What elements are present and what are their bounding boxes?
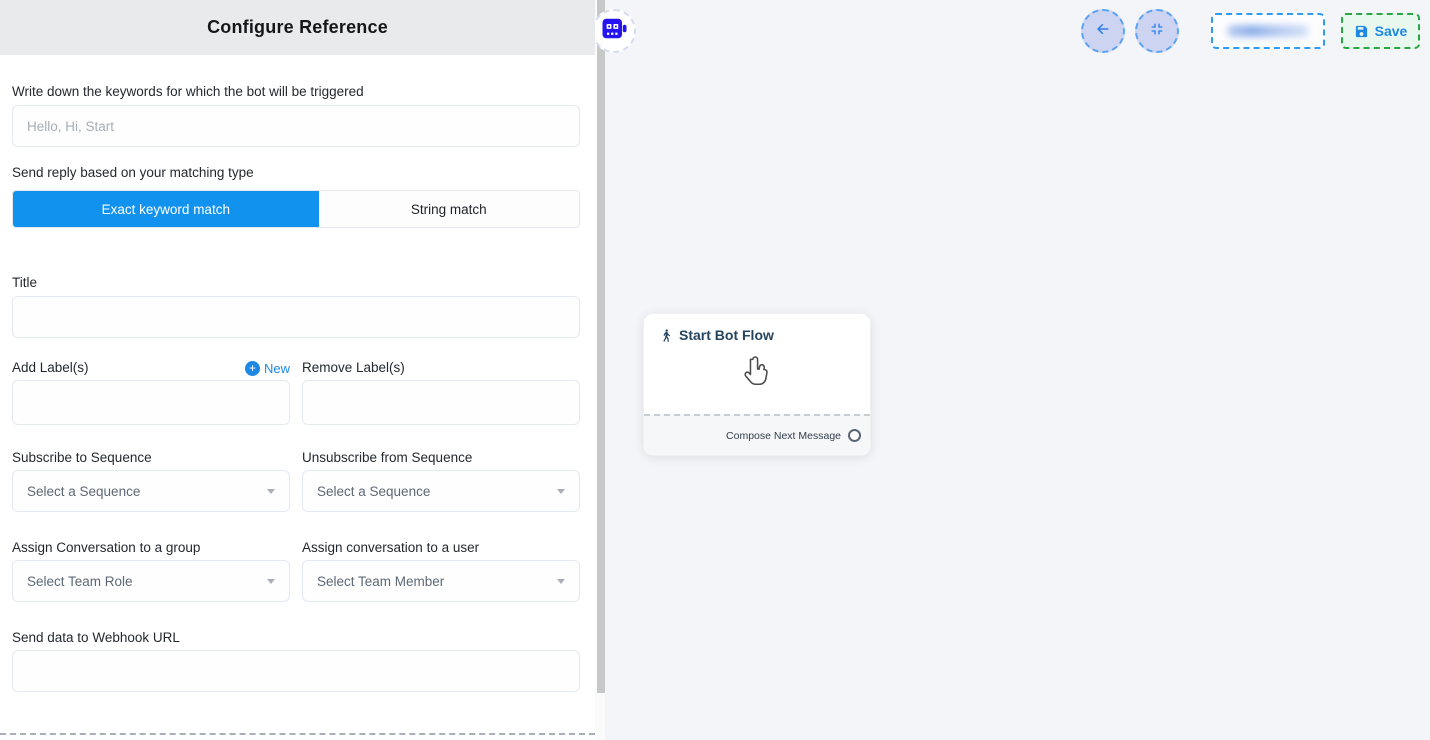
collapse-button[interactable]	[1135, 9, 1179, 53]
bot-flow-builder: Configure Reference Write down the keywo…	[0, 0, 1430, 740]
panel-body: Write down the keywords for which the bo…	[0, 83, 595, 692]
assign-label-row: Assign Conversation to a group Assign co…	[12, 539, 580, 557]
compress-icon	[1149, 21, 1165, 42]
unsubscribe-sequence-select[interactable]: Select a Sequence	[302, 470, 580, 512]
team-member-select[interactable]: Select Team Member	[302, 560, 580, 602]
chevron-down-icon	[267, 489, 275, 494]
labels-label-row: Add Label(s) + New Remove Label(s)	[12, 359, 580, 377]
configure-reference-panel: Configure Reference Write down the keywo…	[0, 0, 595, 740]
remove-labels-label: Remove Label(s)	[302, 360, 405, 375]
back-button[interactable]	[1081, 9, 1125, 53]
remove-labels-input[interactable]	[302, 380, 580, 425]
webhook-input[interactable]	[12, 650, 580, 692]
team-role-value: Select Team Role	[27, 574, 133, 589]
tab-exact-keyword-match[interactable]: Exact keyword match	[13, 191, 319, 227]
subscribe-sequence-value: Select a Sequence	[27, 484, 140, 499]
tab-string-match[interactable]: String match	[319, 191, 579, 227]
chevron-down-icon	[267, 579, 275, 584]
panel-bottom-divider	[0, 733, 595, 735]
robot-icon	[601, 16, 628, 46]
team-member-value: Select Team Member	[317, 574, 444, 589]
title-label: Title	[12, 274, 580, 292]
chevron-down-icon	[557, 579, 565, 584]
node-footer: Compose Next Message	[644, 414, 870, 455]
plus-icon: +	[245, 361, 260, 376]
unsubscribe-sequence-value: Select a Sequence	[317, 484, 430, 499]
sidebar-scrollbar-thumb[interactable]	[597, 0, 605, 693]
new-label-text: New	[264, 361, 290, 376]
save-button[interactable]: Save	[1341, 13, 1420, 49]
sidebar-scrollbar-track[interactable]	[595, 0, 605, 740]
node-title: Start Bot Flow	[679, 327, 774, 343]
blurred-label	[1227, 25, 1309, 37]
keywords-label: Write down the keywords for which the bo…	[12, 83, 580, 101]
hand-pointer-icon	[644, 352, 870, 394]
add-labels-label: Add Label(s)	[12, 359, 89, 377]
start-bot-flow-node[interactable]: Start Bot Flow Compose Next Message	[643, 313, 871, 456]
add-labels-input[interactable]	[12, 380, 290, 425]
sequence-select-row: Select a Sequence Select a Sequence	[12, 467, 580, 512]
panel-title: Configure Reference	[207, 17, 388, 38]
compose-next-message-link[interactable]: Compose Next Message	[726, 430, 841, 442]
save-button-label: Save	[1375, 23, 1408, 39]
blurred-action-button[interactable]	[1211, 13, 1325, 49]
unsubscribe-sequence-label: Unsubscribe from Sequence	[302, 449, 580, 467]
matching-type-tabs: Exact keyword match String match	[12, 190, 580, 228]
matching-type-label: Send reply based on your matching type	[12, 164, 580, 182]
assign-user-label: Assign conversation to a user	[302, 539, 580, 557]
new-label-link[interactable]: + New	[245, 361, 290, 376]
bot-avatar-badge	[592, 9, 636, 53]
title-input[interactable]	[12, 296, 580, 338]
sequence-label-row: Subscribe to Sequence Unsubscribe from S…	[12, 449, 580, 467]
connection-port[interactable]	[848, 429, 861, 442]
assign-select-row: Select Team Role Select Team Member	[12, 557, 580, 602]
panel-header: Configure Reference	[0, 0, 595, 55]
arrow-left-icon	[1094, 20, 1112, 43]
labels-input-row	[12, 377, 580, 425]
subscribe-sequence-label: Subscribe to Sequence	[12, 449, 290, 467]
assign-group-label: Assign Conversation to a group	[12, 539, 290, 557]
keywords-input[interactable]	[12, 105, 580, 147]
person-walking-icon	[659, 328, 673, 343]
floppy-disk-icon	[1354, 24, 1369, 39]
team-role-select[interactable]: Select Team Role	[12, 560, 290, 602]
webhook-label: Send data to Webhook URL	[12, 629, 580, 647]
subscribe-sequence-select[interactable]: Select a Sequence	[12, 470, 290, 512]
node-header: Start Bot Flow	[644, 314, 870, 343]
chevron-down-icon	[557, 489, 565, 494]
